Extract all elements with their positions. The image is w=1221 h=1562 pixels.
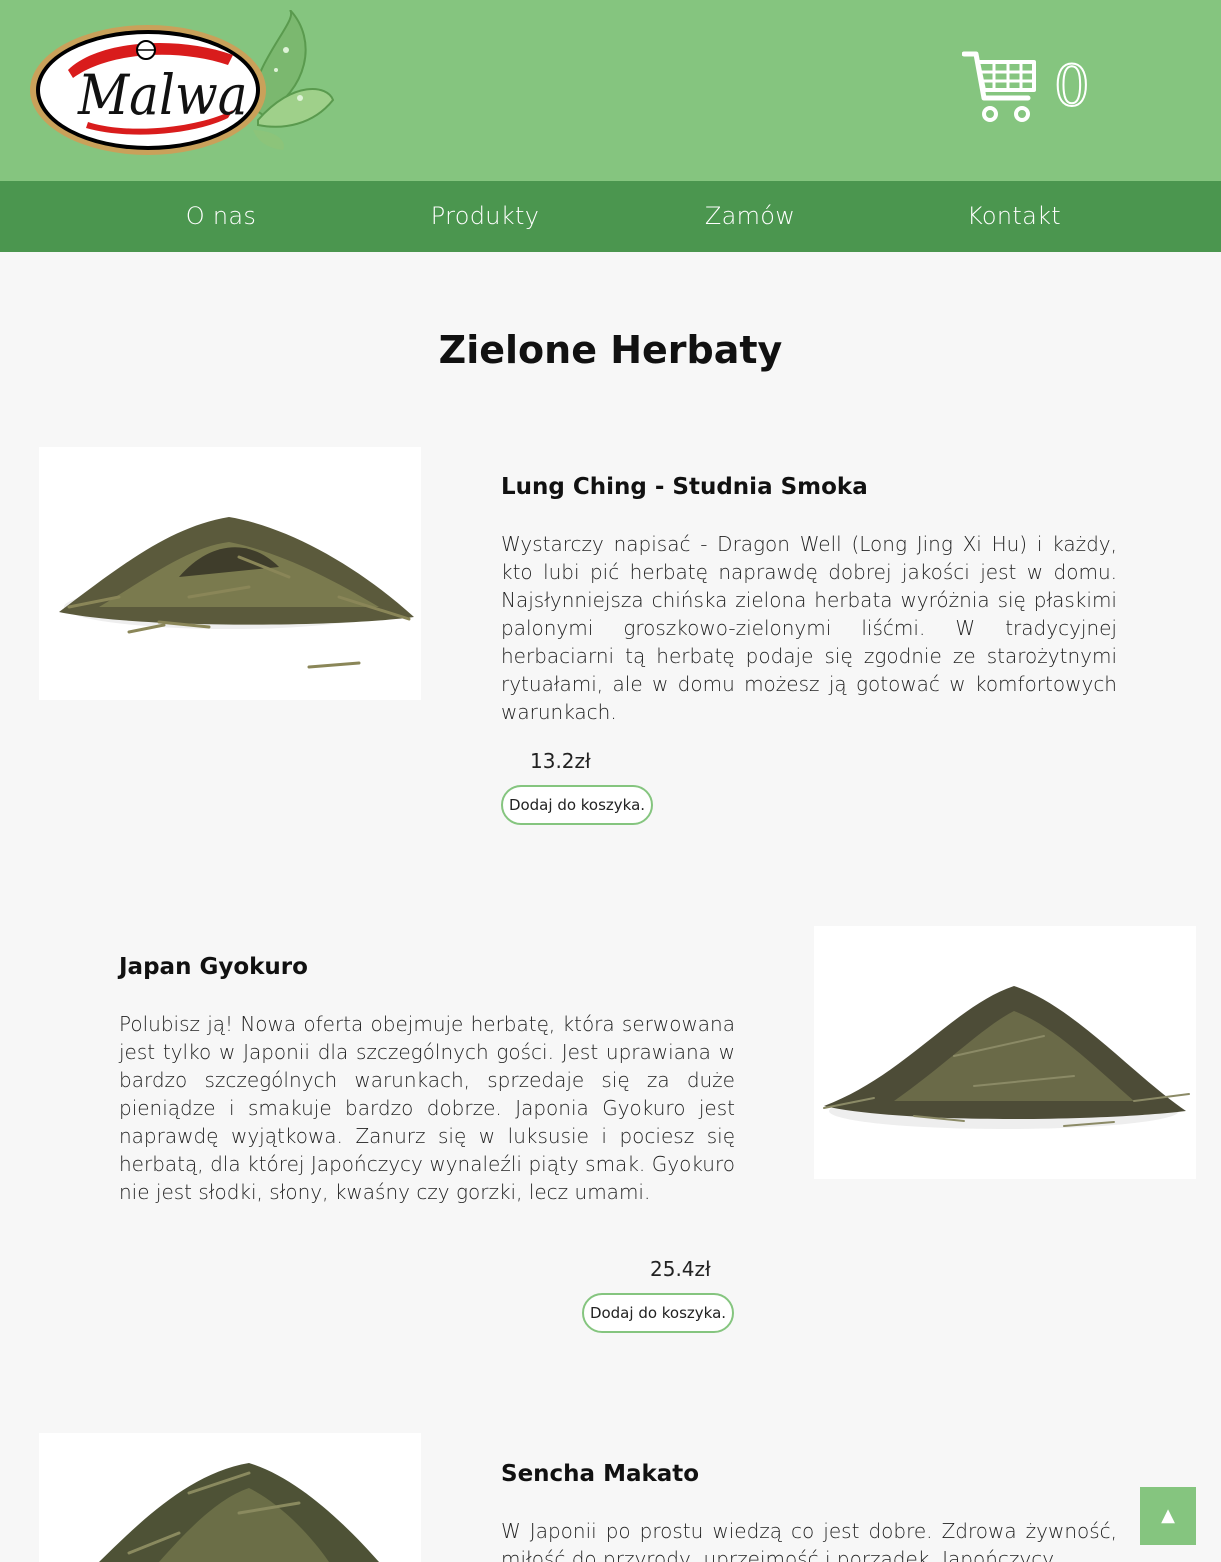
main-nav: O nas Produkty Zamów Kontakt [0, 181, 1221, 252]
product-name[interactable]: Japan Gyokuro [119, 954, 308, 980]
product-description: Wystarczy napisać - Dragon Well (Long Ji… [501, 532, 1117, 724]
product-description: Polubisz ją! Nowa oferta obejmuje herbat… [119, 1012, 735, 1204]
nav-item-zamow[interactable]: Zamów [670, 181, 830, 252]
product-image-lung-ching[interactable] [39, 447, 421, 700]
cart-count[interactable]: 0 [1053, 52, 1091, 122]
product-name[interactable]: Lung Ching - Studnia Smoka [501, 474, 868, 500]
nav-item-produkty[interactable]: Produkty [405, 181, 565, 252]
svg-text:Malwa: Malwa [77, 64, 248, 128]
page-title: Zielone Herbaty [438, 328, 783, 372]
add-to-cart-button[interactable]: Dodaj do koszyka. [501, 785, 653, 825]
product-price: 13.2zł [530, 749, 591, 773]
product-description: W Japonii po prostu wiedzą co jest dobre… [501, 1519, 1117, 1562]
nav-item-o-nas[interactable]: O nas [151, 181, 291, 252]
scroll-to-top-button[interactable]: ▲ [1140, 1487, 1196, 1545]
product-image-japan-gyokuro[interactable] [814, 926, 1196, 1179]
site-header: Malwa 0 [0, 0, 1221, 181]
malwa-logo[interactable]: Malwa [28, 10, 338, 160]
product-name[interactable]: Sencha Makato [501, 1461, 699, 1487]
tea-leaves-image [99, 1463, 379, 1562]
product-price: 25.4zł [650, 1257, 711, 1281]
product-image-sencha-makato[interactable] [39, 1433, 421, 1562]
add-to-cart-button[interactable]: Dodaj do koszyka. [582, 1293, 734, 1333]
tea-leaves-image [59, 517, 414, 669]
tea-leaves-image [823, 986, 1190, 1129]
shopping-cart-icon[interactable] [962, 48, 1038, 124]
nav-item-kontakt[interactable]: Kontakt [934, 181, 1094, 252]
